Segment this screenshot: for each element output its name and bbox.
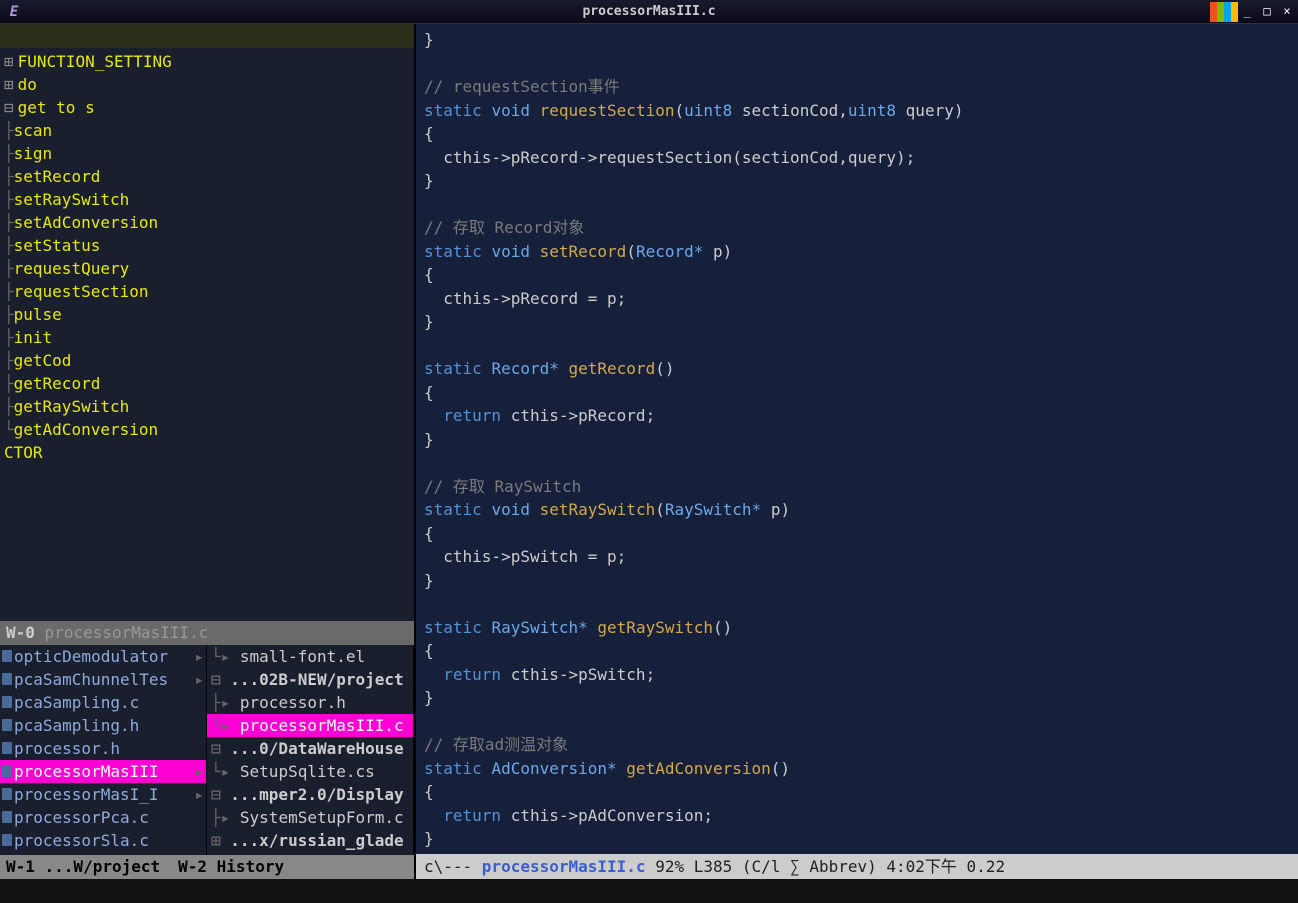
history-pane[interactable]: └▸ small-font.el⊟ ...02B-NEW/project ├▸ …	[207, 645, 414, 855]
outline-item[interactable]: ├init	[4, 326, 410, 349]
history-item[interactable]: ⊟ ...02B-NEW/project	[207, 668, 413, 691]
code-line: }	[424, 310, 1290, 334]
code-line: static AdConversion* getAdConversion()	[424, 757, 1290, 781]
outline-item[interactable]: ├getRecord	[4, 372, 410, 395]
history-item[interactable]: ⊞ ...x/russian_glade	[207, 829, 413, 852]
code-line: static Record* getRecord()	[424, 357, 1290, 381]
code-line: static void setRaySwitch(RaySwitch* p)	[424, 498, 1290, 522]
code-line: cthis->pRecord->requestSection(sectionCo…	[424, 146, 1290, 170]
code-line: cthis->pRecord = p;	[424, 287, 1290, 311]
bottom-modeline: W-1 ...W/project W-2 History	[0, 855, 414, 879]
file-item[interactable]: pcaSampling.c	[0, 691, 206, 714]
outline-item[interactable]: ├setRecord	[4, 165, 410, 188]
code-line	[424, 710, 1290, 734]
code-line	[424, 592, 1290, 616]
file-item[interactable]: processor.h	[0, 737, 206, 760]
outline-item[interactable]: ├getRaySwitch	[4, 395, 410, 418]
outline-item[interactable]: ├sign	[4, 142, 410, 165]
code-line: {	[424, 122, 1290, 146]
windows-flag-icon	[1210, 2, 1238, 22]
code-line: static void setRecord(Record* p)	[424, 240, 1290, 264]
emacs-icon: E	[4, 2, 24, 22]
history-item[interactable]: └▸ processorMasIII.c	[207, 714, 413, 737]
code-line: }	[424, 569, 1290, 593]
code-line: return cthis->pSwitch;	[424, 663, 1290, 687]
minimize-button[interactable]: _	[1240, 5, 1254, 19]
history-item[interactable]: ⊟ ...mper2.0/Display	[207, 783, 413, 806]
outline-item[interactable]: ├setRaySwitch	[4, 188, 410, 211]
outline-item[interactable]: └getAdConversion	[4, 418, 410, 441]
code-line: {	[424, 263, 1290, 287]
maximize-button[interactable]: □	[1260, 5, 1274, 19]
code-line: return cthis->pRecord;	[424, 404, 1290, 428]
code-line: }	[424, 28, 1290, 52]
project-files-pane[interactable]: opticDemodulator▸pcaSamChunnelTes▸pcaSam…	[0, 645, 207, 855]
code-line: }	[424, 169, 1290, 193]
code-line	[424, 334, 1290, 358]
code-line: {	[424, 639, 1290, 663]
code-line: }	[424, 827, 1290, 851]
outline-item[interactable]: ├setAdConversion	[4, 211, 410, 234]
window-title: processorMasIII.c	[582, 4, 715, 19]
outline-pane[interactable]: ⊞FUNCTION_SETTING⊞do⊟get to s ├scan ├sig…	[0, 48, 414, 621]
outline-item[interactable]: ├getCod	[4, 349, 410, 372]
minibuffer[interactable]	[0, 879, 1298, 903]
code-line: // requestSection事件	[424, 75, 1290, 99]
code-line: {	[424, 780, 1290, 804]
outline-item[interactable]: ⊟get to s	[4, 96, 410, 119]
history-item[interactable]: └▸ SetupSqlite.cs	[207, 760, 413, 783]
code-line: }	[424, 428, 1290, 452]
file-item[interactable]: pcaSamChunnelTes▸	[0, 668, 206, 691]
close-button[interactable]: ×	[1280, 5, 1294, 19]
code-line: return cthis->pAdConversion;	[424, 804, 1290, 828]
file-item[interactable]: pcaSampling.h	[0, 714, 206, 737]
history-item[interactable]: ⊟ ...0/DataWareHouse	[207, 737, 413, 760]
code-line	[424, 52, 1290, 76]
outline-item[interactable]: ⊞do	[4, 73, 410, 96]
code-line: {	[424, 522, 1290, 546]
history-item[interactable]: └▸ small-font.el	[207, 645, 413, 668]
code-line: }	[424, 686, 1290, 710]
outline-item[interactable]: ├setStatus	[4, 234, 410, 257]
outline-modeline: W-0 processorMasIII.c	[0, 621, 414, 645]
code-line: static void requestSection(uint8 section…	[424, 99, 1290, 123]
file-item[interactable]: processorSla.c	[0, 829, 206, 852]
code-line	[424, 451, 1290, 475]
history-item[interactable]: ├▸ SystemSetupForm.c	[207, 806, 413, 829]
code-line: cthis->pSwitch = p;	[424, 545, 1290, 569]
code-editor[interactable]: } // requestSection事件static void request…	[416, 24, 1298, 854]
code-modeline: c\--- processorMasIII.c 92% L385 (C/l ∑ …	[416, 854, 1298, 879]
code-line: // 存取ad测温对象	[424, 733, 1290, 757]
code-line: // 存取 RaySwitch	[424, 475, 1290, 499]
file-item[interactable]: processorPca.c	[0, 806, 206, 829]
file-item[interactable]: opticDemodulator▸	[0, 645, 206, 668]
outline-header-bar	[0, 24, 414, 48]
history-item[interactable]: ├▸ processor.h	[207, 691, 413, 714]
outline-item[interactable]: CTOR	[4, 441, 410, 464]
outline-item[interactable]: ├requestSection	[4, 280, 410, 303]
outline-item[interactable]: ├pulse	[4, 303, 410, 326]
file-item[interactable]: processorMasI_I▸	[0, 783, 206, 806]
code-line	[424, 193, 1290, 217]
code-line: static RaySwitch* getRaySwitch()	[424, 616, 1290, 640]
code-line: // 存取 Record对象	[424, 216, 1290, 240]
code-line: {	[424, 381, 1290, 405]
titlebar: E processorMasIII.c _ □ ×	[0, 0, 1298, 24]
outline-item[interactable]: ├scan	[4, 119, 410, 142]
file-item[interactable]: processorMasIII▸	[0, 760, 206, 783]
outline-item[interactable]: ├requestQuery	[4, 257, 410, 280]
outline-item[interactable]: ⊞FUNCTION_SETTING	[4, 50, 410, 73]
